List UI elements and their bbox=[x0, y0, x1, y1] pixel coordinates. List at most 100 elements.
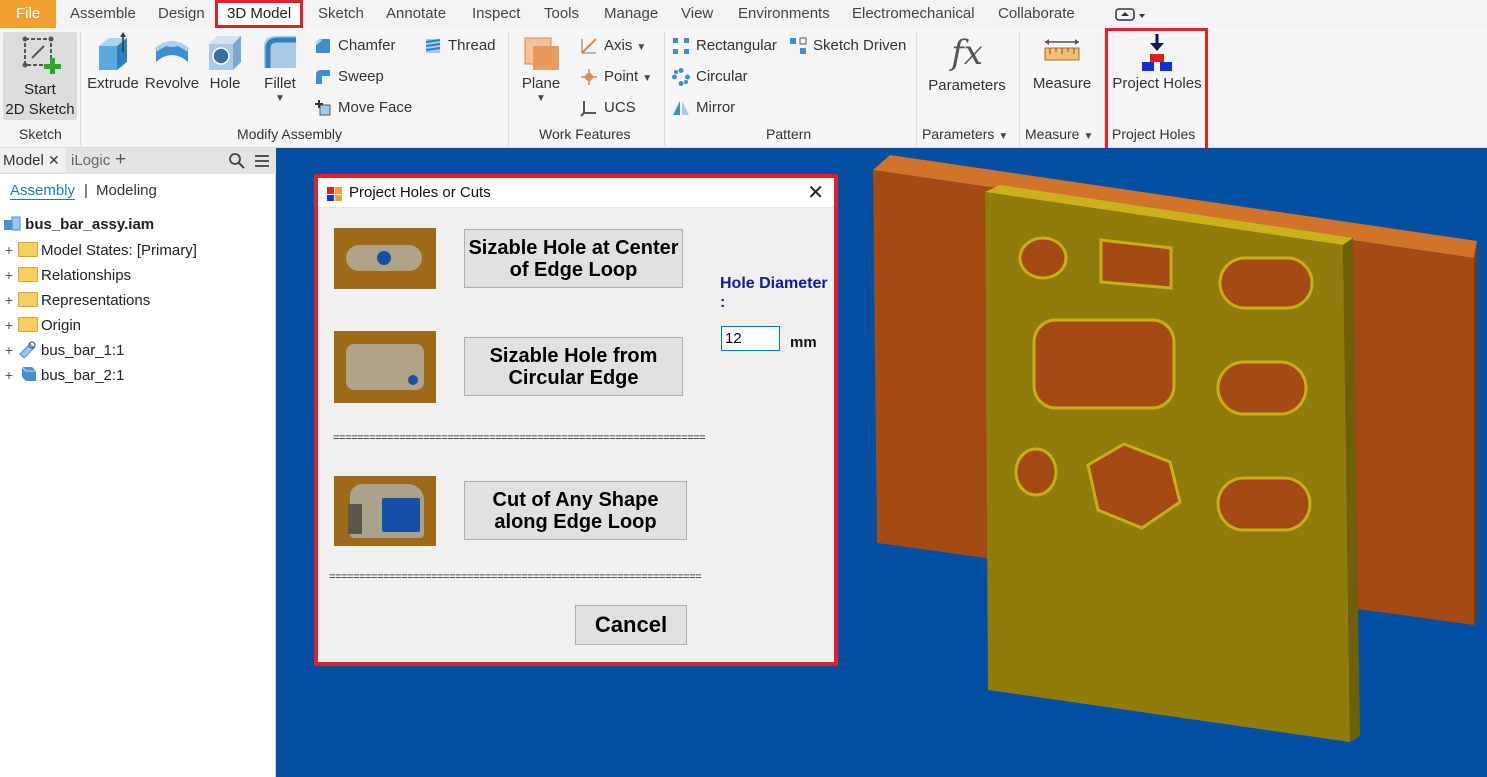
thread-button[interactable]: Thread bbox=[424, 35, 496, 57]
representations-folder-icon bbox=[18, 292, 38, 307]
tab-sketch[interactable]: Sketch bbox=[318, 0, 364, 28]
ucs-button[interactable]: UCS bbox=[580, 97, 636, 119]
point-label: Point bbox=[604, 68, 639, 85]
tab-model[interactable]: Model bbox=[3, 152, 44, 169]
panel-separator bbox=[664, 32, 665, 146]
cut-any-shape-button[interactable]: Cut of Any Shape along Edge Loop bbox=[464, 481, 687, 540]
tree-root[interactable]: bus_bar_assy.iam bbox=[0, 213, 154, 237]
expand-icon[interactable]: + bbox=[3, 338, 15, 362]
mode-modeling[interactable]: Modeling bbox=[96, 182, 157, 199]
folder-icon bbox=[18, 317, 38, 332]
close-icon[interactable]: ✕ bbox=[807, 180, 824, 205]
panel-title-measure[interactable]: Measure ▼ bbox=[1025, 126, 1093, 142]
function-fx-icon: fx bbox=[951, 33, 983, 73]
tree-item[interactable]: + bus_bar_2:1 bbox=[0, 363, 124, 387]
panel-separator bbox=[916, 32, 917, 146]
plane-button[interactable]: Plane ▼ bbox=[516, 32, 566, 104]
expand-icon[interactable]: + bbox=[3, 238, 15, 262]
panel-title-parameters[interactable]: Parameters ▼ bbox=[922, 126, 1008, 142]
mirror-button[interactable]: Mirror bbox=[672, 97, 735, 119]
tab-manage[interactable]: Manage bbox=[604, 0, 658, 28]
rectangular-label: Rectangular bbox=[696, 37, 777, 54]
model-browser: Model ✕ iLogic + Assembly | Modeling bus… bbox=[0, 148, 276, 777]
chevron-down-icon: ▼ bbox=[1083, 131, 1094, 142]
hole-label: Hole bbox=[209, 75, 241, 92]
cut-any-shape-thumbnail bbox=[334, 476, 436, 546]
parameters-button[interactable]: fx Parameters bbox=[924, 32, 1010, 96]
point-button[interactable]: Point ▼ bbox=[580, 66, 652, 88]
close-icon[interactable]: ✕ bbox=[48, 152, 60, 169]
tab-annotate[interactable]: Annotate bbox=[386, 0, 446, 28]
ucs-label: UCS bbox=[604, 99, 636, 116]
tree-item[interactable]: + Representations bbox=[0, 288, 150, 312]
tab-collaborate[interactable]: Collaborate bbox=[998, 0, 1075, 28]
measure-ruler-icon bbox=[1044, 39, 1080, 61]
axis-label: Axis bbox=[604, 37, 633, 54]
menu-icon[interactable] bbox=[254, 153, 270, 172]
hole-diameter-input[interactable] bbox=[721, 326, 780, 351]
extrude-icon bbox=[99, 32, 127, 70]
tab-assemble[interactable]: Assemble bbox=[70, 0, 136, 28]
part-icon bbox=[18, 365, 38, 391]
extrude-button[interactable]: Extrude bbox=[86, 32, 140, 94]
plane-label: Plane bbox=[521, 75, 561, 92]
move-face-button[interactable]: Move Face bbox=[314, 97, 412, 119]
tab-file[interactable]: File bbox=[0, 0, 57, 28]
point-icon bbox=[580, 68, 598, 86]
circular-pattern-button[interactable]: Circular bbox=[672, 66, 748, 88]
tab-tools[interactable]: Tools bbox=[544, 0, 579, 28]
hole-button[interactable]: Hole bbox=[203, 32, 247, 94]
start-label: Start bbox=[24, 81, 56, 98]
rectangular-pattern-button[interactable]: Rectangular bbox=[672, 35, 777, 57]
start-2d-sketch-button[interactable]: Start 2D Sketch bbox=[3, 32, 77, 120]
fillet-label: Fillet bbox=[264, 75, 296, 92]
sizable-hole-edge-loop-button[interactable]: Sizable Hole at Center of Edge Loop bbox=[464, 229, 683, 288]
measure-button[interactable]: Measure bbox=[1028, 32, 1096, 94]
chamfer-icon bbox=[314, 37, 332, 55]
tree-item[interactable]: + Origin bbox=[0, 313, 81, 337]
panel-title-sketch: Sketch bbox=[19, 126, 62, 142]
point-dropdown-icon[interactable]: ▼ bbox=[642, 73, 652, 84]
expand-icon[interactable]: + bbox=[3, 263, 15, 287]
edge-loop-center-thumbnail bbox=[334, 228, 436, 289]
assembly-icon bbox=[3, 214, 21, 240]
tab-electromechanical[interactable]: Electromechanical bbox=[852, 0, 975, 28]
ribbon-display-options-icon[interactable] bbox=[1115, 8, 1145, 25]
tree-item[interactable]: + Relationships bbox=[0, 263, 131, 287]
chamfer-button[interactable]: Chamfer bbox=[314, 35, 396, 57]
axis-dropdown-icon[interactable]: ▼ bbox=[636, 42, 646, 53]
tab-ilogic[interactable]: iLogic bbox=[71, 152, 110, 169]
circular-edge-thumbnail bbox=[334, 331, 436, 403]
tree-item[interactable]: + bus_bar_1:1 bbox=[0, 338, 124, 362]
expand-icon[interactable]: + bbox=[3, 313, 15, 337]
circular-label: Circular bbox=[696, 68, 748, 85]
expand-icon[interactable]: + bbox=[3, 363, 15, 387]
cancel-button[interactable]: Cancel bbox=[575, 605, 687, 645]
axis-button[interactable]: Axis ▼ bbox=[580, 35, 646, 57]
fillet-button[interactable]: Fillet ▼ bbox=[256, 32, 304, 104]
tab-environments[interactable]: Environments bbox=[738, 0, 830, 28]
tab-design[interactable]: Design bbox=[158, 0, 205, 28]
sweep-button[interactable]: Sweep bbox=[314, 66, 384, 88]
rectangular-pattern-icon bbox=[672, 37, 690, 55]
search-icon[interactable] bbox=[228, 152, 246, 173]
project-holes-button[interactable]: Project Holes bbox=[1110, 32, 1204, 94]
dialog-titlebar: Project Holes or Cuts ✕ bbox=[318, 178, 834, 208]
add-tab-icon[interactable]: + bbox=[115, 149, 126, 171]
mode-assembly[interactable]: Assembly bbox=[10, 182, 76, 200]
sizable-hole-circular-edge-button[interactable]: Sizable Hole from Circular Edge bbox=[464, 337, 683, 396]
revolve-button[interactable]: Revolve bbox=[144, 32, 200, 94]
folder-icon bbox=[18, 242, 38, 257]
tree-item[interactable]: + Model States: [Primary] bbox=[0, 238, 197, 262]
tab-inspect[interactable]: Inspect bbox=[472, 0, 520, 28]
mirror-label: Mirror bbox=[696, 99, 736, 116]
revolve-icon bbox=[154, 41, 190, 62]
mode-divider: | bbox=[84, 182, 88, 199]
sketch-icon bbox=[22, 36, 62, 79]
measure-label: Measure bbox=[1032, 75, 1092, 92]
tab-3d-model[interactable]: 3D Model bbox=[215, 0, 304, 28]
sketch-driven-pattern-button[interactable]: Sketch Driven bbox=[789, 35, 906, 57]
expand-icon[interactable]: + bbox=[3, 288, 15, 312]
tab-view[interactable]: View bbox=[681, 0, 713, 28]
project-holes-icon bbox=[1142, 34, 1172, 71]
